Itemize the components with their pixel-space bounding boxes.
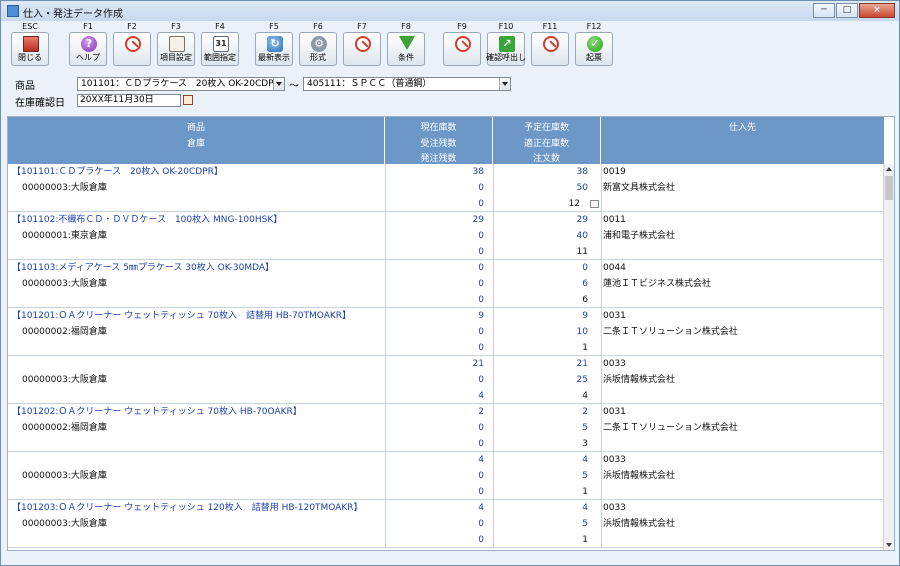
product-name[interactable]: 【101102:不織布ＣＤ・ＤＶＤケース 100枚入 MNG-100HSK】	[12, 212, 282, 228]
check-icon: ✓	[587, 36, 603, 52]
title-bar[interactable]: 仕入・発注データ作成 ─ □ ×	[1, 1, 899, 21]
grid-header: 商品 倉庫 現在庫数 受注残数 発注残数 予定在庫数 適正在庫数 注文数 仕入先	[8, 117, 884, 164]
table-row[interactable]: 【101203:ＯＡクリーナー ウェットティッシュ 120枚入 詰替用 HB-1…	[8, 500, 884, 548]
stock-date-field[interactable]: 20XX年11月30日	[77, 94, 181, 107]
edit-icon[interactable]	[590, 200, 599, 208]
order-qty-cell[interactable]: 1	[496, 340, 588, 356]
scroll-thumb[interactable]	[885, 176, 893, 200]
warehouse-name: 00000001:東京倉庫	[22, 231, 107, 241]
product-label: 商品	[15, 81, 35, 92]
column-settings-button[interactable]: 項目設定	[157, 32, 195, 66]
product-name[interactable]: 【101203:ＯＡクリーナー ウェットティッシュ 120枚入 詰替用 HB-1…	[12, 500, 362, 516]
app-icon	[7, 5, 19, 17]
fkey-f11: F11	[529, 21, 571, 66]
issue-button[interactable]: ✓ 起票	[575, 32, 613, 66]
filter-icon	[399, 36, 415, 50]
header-product[interactable]: 商品 倉庫	[8, 117, 385, 164]
table-row[interactable]: 00000003:大阪倉庫 21 0 4 21 25 4 0033 浜坂情報株式…	[8, 356, 884, 404]
fkey-f1: F1 ? ヘルプ	[67, 21, 109, 66]
main-window: 仕入・発注データ作成 ─ □ × ESC 閉じる F1 ? ヘルプ F2 F3 …	[0, 0, 900, 566]
order-qty-cell[interactable]: 1	[496, 532, 588, 548]
refresh-icon: ↻	[267, 36, 283, 52]
warehouse-name: 00000003:大阪倉庫	[22, 279, 107, 289]
close-button[interactable]: ×	[859, 3, 895, 18]
filter-area: 商品 101101：ＣＤプラケース 20枚入 OK-20CDPR ～ 40511…	[11, 75, 891, 109]
order-qty-cell[interactable]: 1	[496, 484, 588, 500]
table-row[interactable]: 【101202:ＯＡクリーナー ウェットティッシュ 70枚入 HB-70OAKR…	[8, 404, 884, 452]
date-label: 在庫確認日	[15, 98, 65, 109]
product-to-select[interactable]: 405111：ＳＰＣＣ（普通鋼）	[303, 77, 511, 91]
fkey-esc: ESC 閉じる	[9, 21, 51, 66]
calendar-icon[interactable]	[183, 95, 193, 105]
scroll-down-icon[interactable]	[884, 540, 894, 550]
f9-button[interactable]	[443, 32, 481, 66]
vertical-scrollbar[interactable]	[883, 164, 894, 550]
format-button[interactable]: ⚙ 形式	[299, 32, 337, 66]
range-tilde: ～	[289, 81, 299, 92]
order-qty-cell[interactable]: 11	[496, 244, 588, 260]
minimize-button[interactable]: ─	[813, 3, 835, 18]
chevron-down-icon[interactable]	[499, 78, 510, 90]
product-from-select[interactable]: 101101：ＣＤプラケース 20枚入 OK-20CDPR	[77, 77, 285, 91]
f2-button[interactable]	[113, 32, 151, 66]
order-qty-cell[interactable]: 3	[496, 436, 588, 452]
warehouse-name: 00000002:福岡倉庫	[22, 327, 107, 337]
fkey-f5: F5 ↻ 最新表示	[253, 21, 295, 66]
scroll-up-icon[interactable]	[884, 164, 894, 174]
header-supplier[interactable]: 仕入先	[601, 117, 884, 164]
range-button[interactable]: 31 範囲指定	[201, 32, 239, 66]
refresh-button[interactable]: ↻ 最新表示	[255, 32, 293, 66]
warehouse-name: 00000003:大阪倉庫	[22, 519, 107, 529]
stock-grid: 商品 倉庫 現在庫数 受注残数 発注残数 予定在庫数 適正在庫数 注文数 仕入先…	[7, 116, 895, 551]
table-row[interactable]: 【101103:メディアケース 5㎜プラケース 30枚入 OK-30MDA】 0…	[8, 260, 884, 308]
f11-button[interactable]	[531, 32, 569, 66]
product-name[interactable]: 【101201:ＯＡクリーナー ウェットティッシュ 70枚入 詰替用 HB-70…	[12, 308, 351, 324]
function-key-toolbar: ESC 閉じる F1 ? ヘルプ F2 F3 項目設定 F4 31 範囲指定 F…	[1, 21, 899, 68]
warehouse-name: 00000003:大阪倉庫	[22, 183, 107, 193]
window-title: 仕入・発注データ作成	[23, 9, 123, 20]
order-qty-cell[interactable]: 12	[496, 196, 580, 212]
chevron-down-icon[interactable]	[273, 78, 284, 90]
fkey-f2: F2	[111, 21, 153, 66]
disabled-icon	[543, 36, 559, 52]
table-row[interactable]: 【101102:不織布ＣＤ・ＤＶＤケース 100枚入 MNG-100HSK】 0…	[8, 212, 884, 260]
disabled-icon	[125, 36, 141, 52]
warehouse-name: 00000003:大阪倉庫	[22, 375, 107, 385]
arrow-icon: ↗	[499, 36, 515, 52]
close-screen-button[interactable]: 閉じる	[11, 32, 49, 66]
f7-button[interactable]	[343, 32, 381, 66]
product-name[interactable]: 【101103:メディアケース 5㎜プラケース 30枚入 OK-30MDA】	[12, 260, 274, 276]
condition-button[interactable]: 条件	[387, 32, 425, 66]
product-name[interactable]: 【101202:ＯＡクリーナー ウェットティッシュ 70枚入 HB-70OAKR…	[12, 404, 302, 420]
disabled-icon	[355, 36, 371, 52]
fkey-f8: F8 条件	[385, 21, 427, 66]
disabled-icon	[455, 36, 471, 52]
close-window-icon	[23, 36, 39, 52]
calendar-icon: 31	[213, 36, 229, 52]
header-stock[interactable]: 現在庫数 受注残数 発注残数	[385, 117, 493, 164]
help-button[interactable]: ? ヘルプ	[69, 32, 107, 66]
fkey-f12: F12 ✓ 起票	[573, 21, 615, 66]
table-row[interactable]: 【101101:ＣＤプラケース 20枚入 OK-20CDPR】 00000003…	[8, 164, 884, 212]
fkey-f6: F6 ⚙ 形式	[297, 21, 339, 66]
order-qty-cell[interactable]: 6	[496, 292, 588, 308]
gear-icon: ⚙	[311, 36, 327, 52]
order-qty-cell[interactable]: 4	[496, 388, 588, 404]
header-planned[interactable]: 予定在庫数 適正在庫数 注文数	[493, 117, 601, 164]
fkey-f10: F10 ↗ 確認呼出し	[485, 21, 527, 66]
product-name[interactable]: 【101101:ＣＤプラケース 20枚入 OK-20CDPR】	[12, 164, 223, 180]
warehouse-name: 00000002:福岡倉庫	[22, 423, 107, 433]
fkey-f9: F9	[441, 21, 483, 66]
help-icon: ?	[81, 36, 97, 52]
table-settings-icon	[169, 36, 185, 52]
table-row[interactable]: 00000003:大阪倉庫 4 0 0 4 5 1 0033 浜坂情報株式会社	[8, 452, 884, 500]
fkey-f3: F3 項目設定	[155, 21, 197, 66]
warehouse-name: 00000003:大阪倉庫	[22, 471, 107, 481]
fkey-f7: F7	[341, 21, 383, 66]
table-row[interactable]: 【101201:ＯＡクリーナー ウェットティッシュ 70枚入 詰替用 HB-70…	[8, 308, 884, 356]
confirm-recall-button[interactable]: ↗ 確認呼出し	[486, 32, 526, 66]
maximize-button[interactable]: □	[836, 3, 858, 18]
fkey-f4: F4 31 範囲指定	[199, 21, 241, 66]
